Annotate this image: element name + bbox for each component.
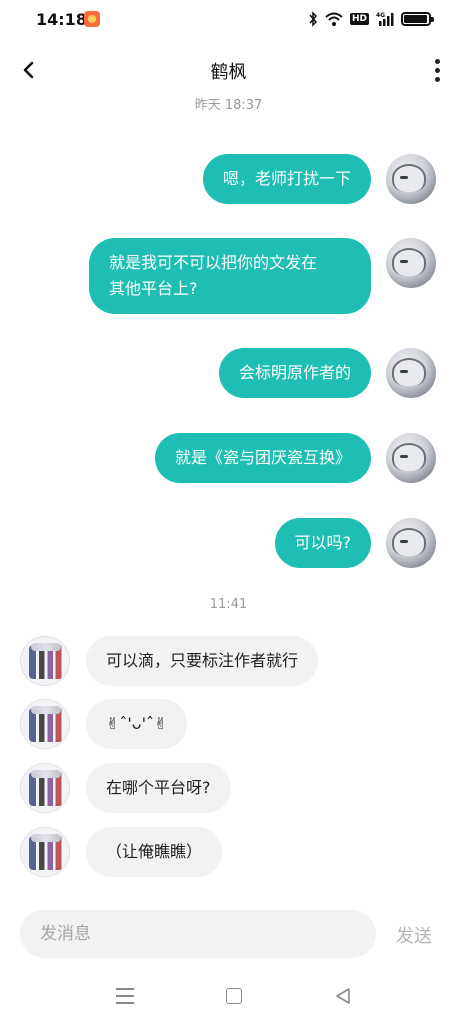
menu-icon[interactable] (116, 988, 134, 1004)
send-button[interactable]: 发送 (396, 922, 432, 948)
status-time: 14:18 (36, 10, 87, 29)
contact-avatar[interactable] (20, 699, 70, 749)
back-triangle-icon[interactable] (334, 987, 352, 1005)
sent-message[interactable]: 会标明原作者的 (218, 348, 371, 398)
page-title: 鹤枫 (210, 62, 247, 83)
contact-avatar[interactable] (20, 763, 70, 813)
home-icon[interactable] (226, 988, 242, 1004)
timestamp: 11:41 (209, 597, 248, 612)
more-dots-icon (434, 58, 440, 64)
message-text-line: 就是我可不可以把你的文发在 (109, 253, 318, 272)
message-text: 嗯，老师打扰一下 (222, 169, 351, 188)
battery-level (404, 15, 427, 23)
received-message[interactable]: ✌︎ˆ'ᴗ'ˆ✌︎ (86, 699, 188, 749)
system-nav-bar (0, 980, 457, 1020)
sent-message[interactable]: 可以吗? (274, 518, 371, 568)
app-notification-icon (84, 11, 100, 27)
message-text: 可以吗? (294, 533, 352, 552)
my-avatar[interactable] (386, 348, 436, 398)
timestamp: 昨天 18:37 (194, 98, 263, 113)
message-text: （让俺瞧瞧） (106, 842, 203, 861)
message-text: 在哪个平台呀? (106, 778, 211, 797)
my-avatar[interactable] (386, 154, 436, 204)
received-message[interactable]: 在哪个平台呀? (86, 763, 231, 813)
sent-message[interactable]: 就是《瓷与团厌瓷互换》 (154, 433, 371, 483)
cellular-signal-icon: 4G (376, 12, 394, 26)
hd-badge: HD (349, 13, 369, 25)
received-message[interactable]: （让俺瞧瞧） (86, 827, 223, 877)
status-icons: HD 4G (308, 10, 434, 28)
contact-avatar[interactable] (20, 827, 70, 877)
message-text: 会标明原作者的 (238, 363, 351, 382)
received-message[interactable]: 可以滴，只要标注作者就行 (86, 636, 319, 686)
message-input[interactable] (20, 910, 376, 958)
contact-avatar[interactable] (20, 636, 70, 686)
chat-header: 鹤枫 (0, 48, 457, 92)
status-bar: 14:18 HD 4G (0, 0, 457, 40)
message-text-line: 其他平台上? (109, 279, 198, 298)
my-avatar[interactable] (386, 433, 436, 483)
message-text: ✌︎ˆ'ᴗ'ˆ✌︎ (106, 714, 168, 733)
network-type-label: 4G (376, 12, 385, 19)
message-text: 就是《瓷与团厌瓷互换》 (174, 448, 351, 467)
battery-icon (401, 12, 434, 26)
sent-message[interactable]: 嗯，老师打扰一下 (202, 154, 371, 204)
my-avatar[interactable] (386, 518, 436, 568)
sent-message[interactable]: 就是我可不可以把你的文发在 其他平台上? (89, 238, 371, 314)
message-text: 可以滴，只要标注作者就行 (106, 651, 299, 670)
wifi-icon (325, 12, 343, 26)
my-avatar[interactable] (386, 238, 436, 288)
more-options-button[interactable] (427, 56, 447, 84)
bluetooth-icon (309, 11, 318, 27)
